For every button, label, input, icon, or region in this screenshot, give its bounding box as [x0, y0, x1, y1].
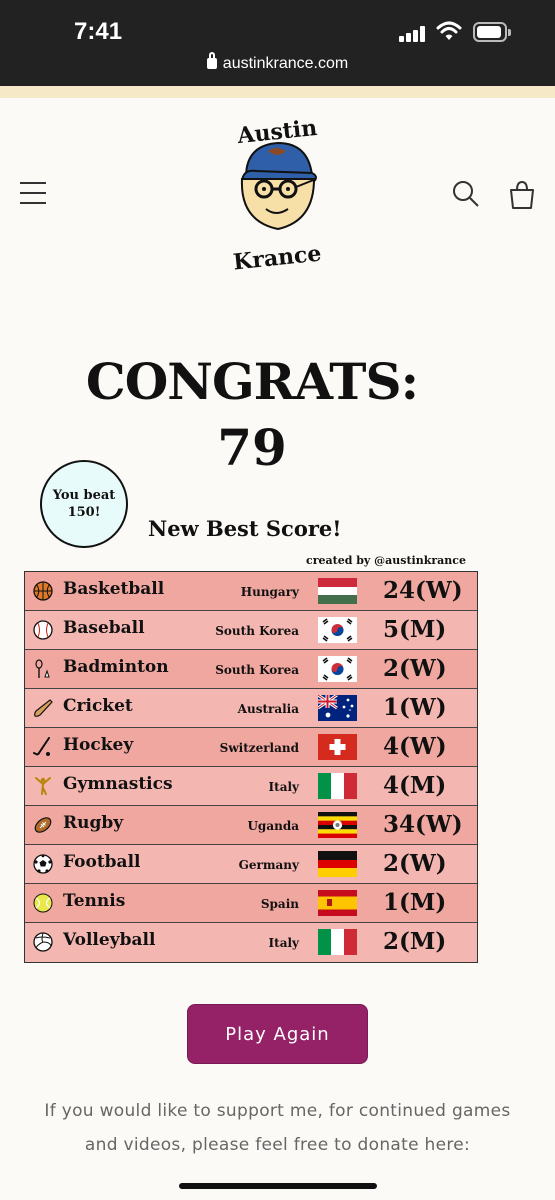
result-row-hockey: Hockey Switzerland 4(W) [25, 728, 477, 767]
results-table: Basketball Hungary 24(W) Baseball South Kore… [24, 571, 478, 963]
wifi-icon [436, 21, 462, 40]
south-korea-flag-icon [318, 656, 357, 682]
hockey-icon [33, 737, 53, 757]
result-row-volleyball: Volleyball Italy 2(M) [25, 923, 477, 962]
support-text: If you would like to support me, for con… [44, 1101, 511, 1155]
logo-text-bottom: Krance [232, 240, 323, 273]
status-bar: 7:41 austinkrance.com [0, 0, 555, 86]
credit-text: created by @austinkrance [306, 554, 466, 567]
country-name: Spain [260, 897, 299, 911]
result-row-cricket: Cricket Australia 1(W) [25, 689, 477, 728]
football-icon [33, 854, 53, 874]
rugby-icon [33, 815, 53, 835]
congrats-heading: CONGRATS: [85, 352, 419, 411]
announcement-bar [0, 86, 555, 98]
beat-text-line1: You beat [52, 488, 116, 503]
tennis-icon [33, 893, 53, 913]
lock-icon [206, 52, 217, 69]
medal-result: 5(M) [383, 616, 447, 643]
result-row-tennis: Tennis Spain 1(M) [25, 884, 477, 923]
country-name: South Korea [215, 663, 299, 677]
sport-name: Baseball [63, 618, 145, 638]
badminton-icon [33, 659, 53, 679]
gymnastics-icon [33, 776, 53, 796]
basketball-icon [33, 581, 53, 601]
medal-result: 1(W) [383, 694, 447, 721]
italy-flag-icon [318, 773, 357, 799]
germany-flag-icon [318, 851, 357, 877]
spain-flag-icon [318, 890, 357, 916]
sport-name: Football [63, 852, 141, 872]
baseball-icon [33, 620, 53, 640]
result-row-basketball: Basketball Hungary 24(W) [25, 572, 477, 611]
sport-name: Basketball [63, 579, 165, 599]
country-name: Australia [237, 702, 299, 716]
sport-name: Hockey [63, 735, 134, 755]
hungary-flag-icon [318, 578, 357, 604]
uganda-flag-icon [318, 812, 357, 838]
medal-result: 2(W) [383, 850, 447, 877]
cart-icon[interactable] [508, 180, 536, 210]
play-again-button[interactable]: Play Again [187, 1004, 368, 1064]
medal-result: 4(M) [383, 772, 447, 799]
home-indicator [179, 1183, 377, 1189]
sport-name: Cricket [63, 696, 133, 716]
result-row-gymnastics: Gymnastics Italy 4(M) [25, 767, 477, 806]
volleyball-icon [33, 932, 53, 952]
medal-result: 1(M) [383, 889, 447, 916]
address-bar[interactable]: austinkrance.com [0, 52, 555, 73]
sport-name: Tennis [63, 891, 126, 911]
sport-name: Rugby [63, 813, 124, 833]
australia-flag-icon [318, 695, 357, 721]
country-name: Hungary [240, 585, 299, 599]
medal-result: 24(W) [383, 577, 463, 604]
result-row-baseball: Baseball South Korea 5(M) [25, 611, 477, 650]
country-name: Italy [268, 780, 299, 794]
medal-result: 4(W) [383, 733, 447, 760]
south-korea-flag-icon [318, 617, 357, 643]
menu-icon[interactable] [20, 182, 46, 206]
site-logo[interactable]: Austin Krance [216, 117, 344, 273]
beat-text-line2: 150! [67, 505, 101, 520]
result-row-badminton: Badminton South Korea 2(W) [25, 650, 477, 689]
sport-name: Gymnastics [63, 774, 173, 794]
cricket-icon [33, 698, 53, 718]
switzerland-flag-icon [318, 734, 357, 760]
italy-flag-icon [318, 929, 357, 955]
result-row-rugby: Rugby Uganda 34(W) [25, 806, 477, 845]
medal-result: 34(W) [383, 811, 463, 838]
country-name: Uganda [247, 819, 299, 833]
search-icon[interactable] [452, 180, 480, 208]
result-row-football: Football Germany 2(W) [25, 845, 477, 884]
medal-result: 2(W) [383, 655, 447, 682]
beat-count-badge: You beat 150! [40, 460, 128, 548]
clock: 7:41 [74, 18, 123, 45]
medal-result: 2(M) [383, 928, 447, 955]
country-name: South Korea [215, 624, 299, 638]
country-name: Italy [268, 936, 299, 950]
battery-icon [473, 22, 511, 42]
sport-name: Badminton [63, 657, 169, 677]
country-name: Switzerland [219, 741, 299, 755]
country-name: Germany [238, 858, 299, 872]
url-text: austinkrance.com [222, 55, 349, 72]
new-best-score-label: New Best Score! [148, 516, 342, 541]
sport-name: Volleyball [63, 930, 156, 950]
cellular-signal-icon [399, 26, 427, 42]
